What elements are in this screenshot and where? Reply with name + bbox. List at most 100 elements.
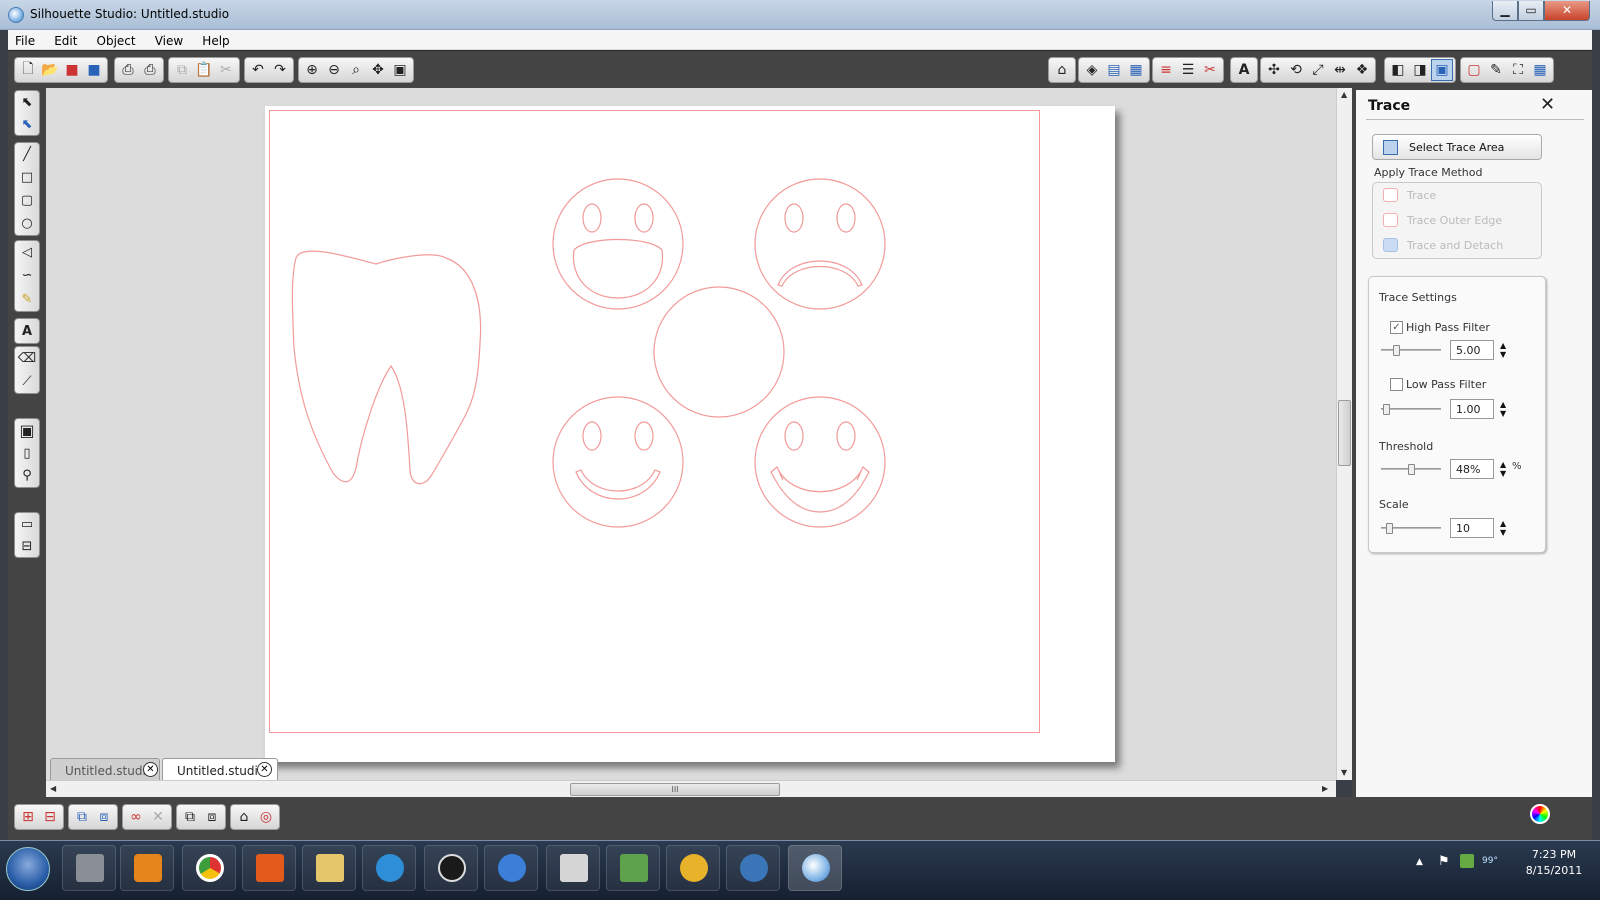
temperature-tray[interactable]: 99°: [1482, 856, 1498, 866]
offset-icon[interactable]: ◨: [1409, 59, 1431, 81]
action-center-flag-icon[interactable]: ⚑: [1438, 854, 1450, 869]
knife-icon[interactable]: ⟋: [16, 370, 38, 393]
menu-object[interactable]: Object: [90, 31, 143, 48]
taskbar-explorer-icon[interactable]: [302, 845, 356, 891]
taskbar-itunes-icon[interactable]: [484, 845, 538, 891]
copy-icon[interactable]: ⧉: [171, 59, 193, 81]
fill-color-icon[interactable]: ◈: [1081, 59, 1103, 81]
taskbar-home-icon[interactable]: [62, 845, 116, 891]
scroll-right-icon[interactable]: ▶: [1322, 784, 1328, 793]
sketch-icon[interactable]: ✎: [1485, 59, 1507, 81]
ungroup-icon[interactable]: ⊟: [39, 806, 61, 828]
select-trace-area-button[interactable]: Select Trace Area: [1372, 134, 1542, 160]
taskbar-printer-icon[interactable]: [546, 845, 600, 891]
maximize-button[interactable]: ▭: [1518, 1, 1544, 21]
save-to-library-icon[interactable]: ■: [83, 59, 105, 81]
tab-untitled-2[interactable]: Untitled.studio ✕: [162, 758, 278, 780]
taskbar-silhouette-icon[interactable]: [788, 845, 842, 891]
trace-icon[interactable]: ▣: [1431, 59, 1453, 81]
scroll-up-icon[interactable]: ▲: [1341, 90, 1347, 99]
replicate-icon[interactable]: ❖: [1351, 59, 1373, 81]
silhouette-app-icon[interactable]: [8, 7, 24, 23]
split-view-icon[interactable]: ⊟: [16, 535, 38, 557]
line-style-icon[interactable]: ☰: [1177, 59, 1199, 81]
eraser-icon[interactable]: ⌫: [16, 347, 38, 370]
send-to-back-icon[interactable]: ⧈: [201, 806, 223, 828]
trace-outer-edge-button[interactable]: Trace Outer Edge: [1383, 213, 1502, 227]
slider-knob[interactable]: [1408, 464, 1415, 475]
slider-knob[interactable]: [1393, 345, 1400, 356]
scale-spinner[interactable]: ▲ ▼: [1500, 519, 1506, 537]
redo-icon[interactable]: ↷: [269, 59, 291, 81]
online-store-cart-icon[interactable]: ⚲: [16, 464, 38, 487]
zoom-out-icon[interactable]: ⊖: [323, 59, 345, 81]
weld-icon[interactable]: ∞: [125, 806, 147, 828]
close-tab-icon[interactable]: ✕: [143, 762, 158, 777]
group-icon[interactable]: ⊞: [17, 806, 39, 828]
vertical-scroll-thumb[interactable]: [1338, 400, 1351, 466]
line-tool-icon[interactable]: ╱: [16, 143, 38, 166]
close-panel-icon[interactable]: ✕: [1540, 94, 1555, 115]
freehand-tool-icon[interactable]: ✎: [16, 288, 38, 311]
cut-settings-icon[interactable]: ▢: [1463, 59, 1485, 81]
taskbar-media-player-icon[interactable]: [120, 845, 174, 891]
rounded-rectangle-tool-icon[interactable]: ▢: [16, 189, 38, 212]
scale-value[interactable]: 10: [1450, 518, 1494, 538]
taskbar-office-icon[interactable]: [242, 845, 296, 891]
pan-icon[interactable]: ✥: [367, 59, 389, 81]
start-button[interactable]: [6, 847, 50, 891]
menu-file[interactable]: File: [8, 31, 42, 48]
select-arrow-icon[interactable]: ⬉: [16, 91, 38, 113]
high-pass-filter-checkbox[interactable]: ✓: [1390, 321, 1403, 334]
taskbar-search-icon[interactable]: [726, 845, 780, 891]
threshold-spinner[interactable]: ▲ ▼: [1500, 460, 1506, 478]
point-edit-icon[interactable]: ⬉: [16, 113, 38, 135]
modify-icon[interactable]: ◧: [1387, 59, 1409, 81]
make-compound-path-icon[interactable]: ⧉: [71, 806, 93, 828]
taskbar-internet-explorer-icon[interactable]: [362, 845, 416, 891]
scale-slider[interactable]: [1381, 523, 1441, 534]
design-canvas[interactable]: [46, 88, 1336, 780]
taskbar-network-icon[interactable]: [606, 845, 660, 891]
rectangle-tool-icon[interactable]: □: [16, 166, 38, 189]
show-hidden-icons-icon[interactable]: ▲: [1416, 857, 1423, 867]
high-pass-value[interactable]: 5.00: [1450, 340, 1494, 360]
slider-knob[interactable]: [1383, 404, 1390, 415]
low-pass-slider[interactable]: [1381, 404, 1441, 415]
fit-to-window-icon[interactable]: ▣: [389, 59, 411, 81]
threshold-slider[interactable]: [1381, 464, 1441, 475]
cut-style-icon[interactable]: ✂: [1199, 59, 1221, 81]
high-pass-slider[interactable]: [1381, 345, 1441, 356]
open-file-icon[interactable]: 📂: [39, 59, 61, 81]
undo-icon[interactable]: ↶: [247, 59, 269, 81]
horizontal-scrollbar[interactable]: ◀ III ▶: [46, 780, 1336, 797]
library-icon[interactable]: ▦: [1529, 59, 1551, 81]
color-wheel-icon[interactable]: [1530, 804, 1550, 824]
high-pass-spinner[interactable]: ▲ ▼: [1500, 341, 1506, 359]
close-tab-icon[interactable]: ✕: [257, 762, 272, 777]
print-icon[interactable]: ⎙: [117, 59, 139, 81]
cut-icon[interactable]: ✂: [215, 59, 237, 81]
text-tool-icon[interactable]: A: [16, 319, 38, 343]
paste-icon[interactable]: 📋: [193, 59, 215, 81]
trace-and-detach-button[interactable]: Trace and Detach: [1383, 238, 1503, 252]
bring-to-front-icon[interactable]: ⧉: [179, 806, 201, 828]
library-book-icon[interactable]: ▯: [16, 442, 38, 465]
send-to-silhouette-icon[interactable]: ⌂: [233, 806, 255, 828]
ellipse-tool-icon[interactable]: ○: [16, 212, 38, 235]
taskbar-hp-icon[interactable]: [424, 845, 478, 891]
trace-button[interactable]: Trace: [1383, 188, 1436, 202]
menu-edit[interactable]: Edit: [47, 31, 84, 48]
design-page-icon[interactable]: ▣: [16, 419, 38, 442]
tab-untitled-1[interactable]: Untitled.studio ✕: [50, 758, 160, 780]
align-icon[interactable]: ✣: [1263, 59, 1285, 81]
low-pass-filter-checkbox[interactable]: [1390, 378, 1403, 391]
polygon-tool-icon[interactable]: ◁: [16, 241, 38, 264]
scroll-left-icon[interactable]: ◀: [50, 784, 56, 793]
menu-help[interactable]: Help: [195, 31, 236, 48]
low-pass-value[interactable]: 1.00: [1450, 399, 1494, 419]
save-icon[interactable]: ■: [61, 59, 83, 81]
threshold-value[interactable]: 48%: [1450, 459, 1494, 479]
zoom-select-icon[interactable]: ⌕: [345, 59, 367, 81]
taskbar-chrome-icon[interactable]: [182, 845, 236, 891]
